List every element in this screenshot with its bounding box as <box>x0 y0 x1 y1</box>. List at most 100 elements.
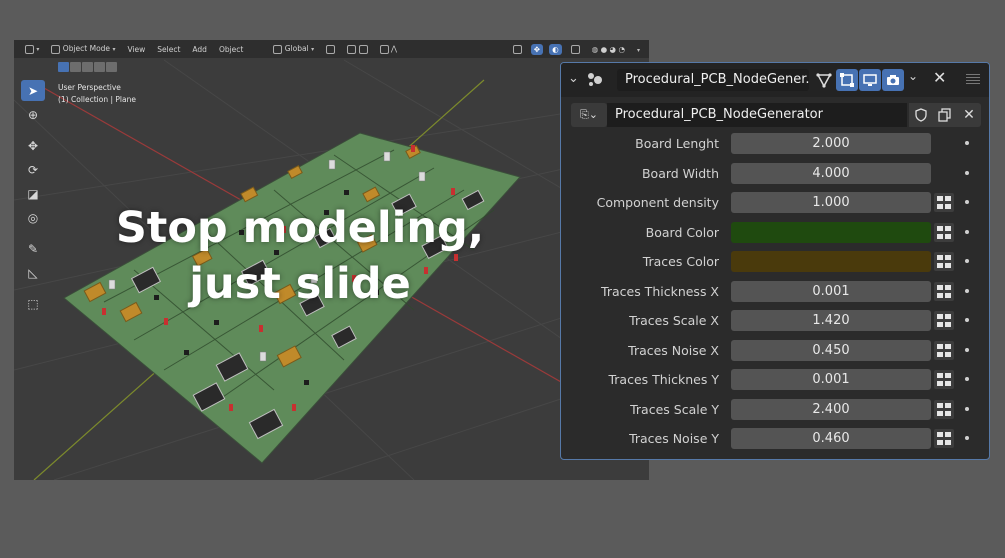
keyframe-dot-icon[interactable] <box>965 318 969 322</box>
add-cube-tool[interactable]: ⬚ <box>21 293 45 314</box>
keyframe-dot-icon[interactable] <box>965 377 969 381</box>
transform-tool[interactable]: ◎ <box>21 207 45 228</box>
editor-type-button[interactable]: ▾ <box>22 44 42 54</box>
menu-view[interactable]: View <box>124 45 148 54</box>
chevron-down-icon: ▾ <box>636 46 640 54</box>
shading-render-icon: ◔ <box>618 44 625 54</box>
duplicate-button[interactable] <box>933 103 957 127</box>
select-extend-icon[interactable] <box>70 62 81 72</box>
vertex-triangle-icon <box>816 73 832 88</box>
close-icon: ✕ <box>963 107 975 123</box>
node-tree-browse-button[interactable]: ⎘⌄ <box>571 103 607 127</box>
select-intersect-icon[interactable] <box>106 62 117 72</box>
attribute-toggle-icon[interactable] <box>934 222 954 242</box>
view-perspective-text: User Perspective <box>58 83 121 92</box>
property-row: Traces Noise X 0.450 <box>561 338 989 368</box>
attribute-toggle-icon[interactable] <box>934 399 954 419</box>
shading-dropdown[interactable]: ▾ <box>634 45 643 54</box>
number-field[interactable]: 0.001 <box>731 369 931 390</box>
caption-line-2: just slide <box>189 259 411 309</box>
select-invert-icon[interactable] <box>94 62 105 72</box>
xray-button[interactable] <box>568 44 583 54</box>
move-tool[interactable]: ✥ <box>21 135 45 156</box>
keyframe-dot-icon[interactable] <box>965 141 969 145</box>
modifier-name-field[interactable]: Procedural_PCB_NodeGener... <box>617 69 809 91</box>
keyframe-dot-icon[interactable] <box>965 436 969 440</box>
number-field[interactable]: 0.450 <box>731 339 931 361</box>
pencil-icon: ✎ <box>27 241 39 256</box>
property-label: Board Width <box>641 165 719 181</box>
chevron-down-icon[interactable]: ⌄ <box>908 69 918 83</box>
panel-header: ⌄ Procedural_PCB_NodeGener... ⌄ ✕ <box>561 63 989 97</box>
copy-icon <box>938 108 951 122</box>
number-field[interactable]: 4.000 <box>731 162 931 184</box>
menu-select[interactable]: Select <box>154 45 183 54</box>
menu-add[interactable]: Add <box>189 45 210 54</box>
cursor-tool[interactable]: ⊕ <box>21 104 45 125</box>
close-icon[interactable]: ✕ <box>933 68 946 87</box>
attribute-toggle-icon[interactable] <box>934 429 954 448</box>
rotate-tool[interactable]: ⟳ <box>21 159 45 180</box>
annotate-tool[interactable]: ✎ <box>21 238 45 259</box>
scale-icon: ◪ <box>27 186 39 201</box>
property-label: Traces Noise Y <box>629 431 719 446</box>
node-group-name-field[interactable]: Procedural_PCB_NodeGenerator <box>607 103 907 127</box>
snap-button[interactable] <box>344 44 370 54</box>
unlink-button[interactable]: ✕ <box>957 103 981 127</box>
select-box-tool[interactable]: ➤ <box>21 80 45 101</box>
chevron-down-icon: ▾ <box>311 46 315 54</box>
menu-object[interactable]: Object <box>216 45 246 54</box>
edit-mode-toggle[interactable] <box>813 69 835 91</box>
property-row: Traces Thicknes Y 0.001 <box>561 367 989 397</box>
viewport-header: ▾ Object Mode ▾ View Select Add Object G… <box>14 40 649 58</box>
shading-buttons[interactable]: ◍ ● ◕ ◔ <box>589 45 628 54</box>
viewport-toggle[interactable] <box>859 69 881 91</box>
transform-icon: ◎ <box>27 210 39 225</box>
select-new-icon[interactable] <box>58 62 69 72</box>
render-toggle[interactable] <box>882 69 904 91</box>
monitor-icon <box>863 74 877 86</box>
number-field[interactable]: 1.420 <box>731 310 931 331</box>
measure-tool[interactable]: ◺ <box>21 262 45 283</box>
drag-handle-icon[interactable] <box>966 72 980 84</box>
fake-user-button[interactable] <box>909 103 933 127</box>
property-label: Traces Scale Y <box>630 401 719 417</box>
keyframe-dot-icon[interactable] <box>965 259 969 263</box>
number-field[interactable]: 2.400 <box>731 398 931 420</box>
input-properties: Board Lenght 2.000 Board Width 4.000 Compone… <box>561 131 989 456</box>
mode-dropdown[interactable]: Object Mode ▾ <box>48 44 118 54</box>
promo-caption: Stop modeling, just slide <box>100 200 500 312</box>
attribute-toggle-icon[interactable] <box>934 370 954 389</box>
attribute-toggle-icon[interactable] <box>934 311 954 330</box>
scale-tool[interactable]: ◪ <box>21 183 45 204</box>
attribute-toggle-icon[interactable] <box>934 340 954 360</box>
number-field[interactable]: 0.001 <box>731 280 931 302</box>
keyframe-dot-icon[interactable] <box>965 170 969 175</box>
keyframe-dot-icon[interactable] <box>965 347 969 352</box>
select-subtract-icon[interactable] <box>82 62 93 72</box>
keyframe-dot-icon[interactable] <box>965 229 969 234</box>
color-swatch[interactable] <box>731 251 931 272</box>
overlay-button[interactable]: ◐ <box>549 43 562 55</box>
number-field[interactable]: 0.460 <box>731 428 931 449</box>
cage-toggle[interactable] <box>836 69 858 91</box>
attribute-toggle-icon[interactable] <box>934 252 954 271</box>
attribute-toggle-icon[interactable] <box>934 193 954 212</box>
orientation-dropdown[interactable]: Global ▾ <box>270 44 317 54</box>
object-mode-icon <box>51 44 61 54</box>
color-swatch[interactable] <box>731 221 931 243</box>
number-field[interactable]: 1.000 <box>731 192 931 213</box>
proportional-button[interactable]: ⋀ <box>377 44 401 54</box>
geometry-nodes-icon <box>588 73 602 86</box>
number-field[interactable]: 2.000 <box>731 133 931 154</box>
camera-icon <box>887 75 899 85</box>
gizmo-button[interactable]: ✥ <box>530 43 544 55</box>
keyframe-dot-icon[interactable] <box>965 288 969 293</box>
keyframe-dot-icon[interactable] <box>965 200 969 204</box>
pivot-button[interactable] <box>323 44 338 54</box>
property-label: Traces Color <box>642 254 719 269</box>
attribute-toggle-icon[interactable] <box>934 281 954 301</box>
keyframe-dot-icon[interactable] <box>965 406 969 411</box>
visibility-button[interactable] <box>510 44 525 54</box>
collapse-chevron-icon[interactable]: ⌄ <box>568 71 579 86</box>
